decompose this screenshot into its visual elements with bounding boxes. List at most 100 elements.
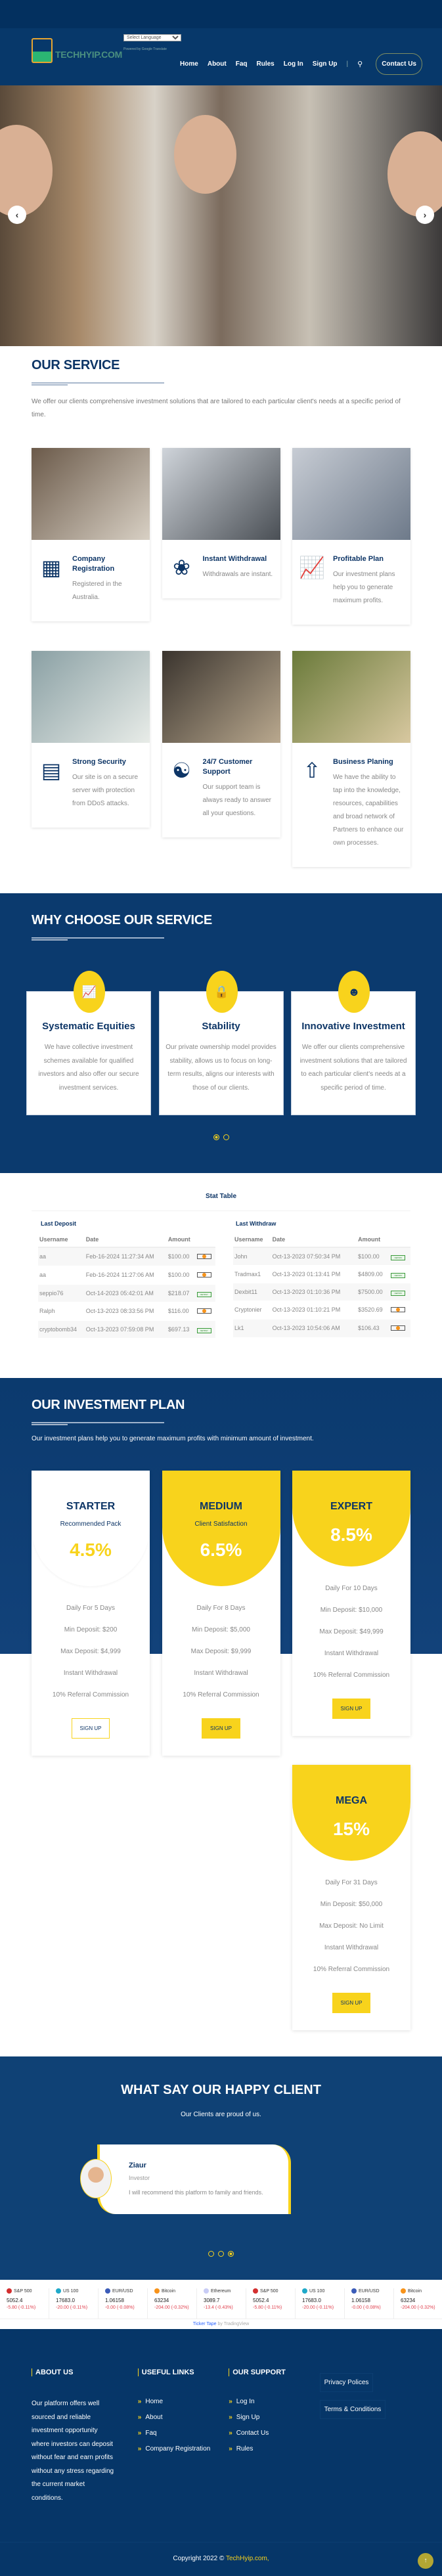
carousel-dot[interactable] [208, 2251, 214, 2257]
service-image [32, 651, 150, 743]
testimonial-section: WHAT SAY OUR HAPPY CLIENT Our Clients ar… [0, 2056, 442, 2280]
footer-link[interactable]: » Company Registration [138, 2445, 229, 2453]
service-desc: We have the ability to tap into the know… [333, 774, 404, 847]
symbol-change: -13.4 (-0.43%) [204, 2305, 233, 2310]
footer-link[interactable]: » Contact Us [229, 2430, 319, 2437]
terms-link[interactable]: Terms & Conditions [319, 2400, 386, 2419]
plan-signup-button[interactable]: SIGN UP [332, 1993, 371, 2013]
title-underline [32, 1422, 164, 1425]
symbol-change: -20.00 (-0.11%) [302, 2305, 334, 2310]
logo[interactable]: TECHHYIP.COM [32, 38, 122, 63]
navbar: TECHHYIP.COM Select Language Powered by … [0, 28, 442, 85]
symbol-name: Bitcoin [408, 2288, 422, 2294]
symbol-price: 1.06158 [105, 2298, 124, 2303]
scroll-to-top-button[interactable]: ↑ [418, 2553, 433, 2569]
column-header: Amount [357, 1233, 390, 1248]
section-title: OUR SERVICE [32, 358, 120, 372]
language-widget: Select Language Powered by Google Transl… [123, 30, 181, 51]
carousel-dot[interactable] [218, 2251, 224, 2257]
footer-link-label: Contact Us [236, 2430, 269, 2437]
hero-image [0, 125, 53, 217]
footer-link[interactable]: » About [138, 2414, 229, 2421]
search-icon[interactable]: ⚲ [357, 60, 363, 68]
table-row: Ralph Oct-13-2023 08:33:56 PM $116.00 [38, 1302, 215, 1321]
netpay-icon: NETPAY [196, 1292, 211, 1297]
symbol-change: -204.00 (-0.32%) [401, 2305, 435, 2310]
bitcoin-icon [391, 1307, 406, 1312]
contact-us-button[interactable]: Contact Us [376, 53, 422, 75]
testimonial-card: Ziaur Investor I will recommend this pla… [80, 2144, 291, 2214]
prev-slide-button[interactable]: ‹ [8, 206, 26, 224]
table-cell: $100.00 [357, 1247, 390, 1266]
brand-link[interactable]: TechHyip.com, [226, 2555, 269, 2562]
footer: ABOUT US Our platform offers well source… [0, 2329, 442, 2576]
divider: | [346, 60, 349, 68]
plan-rate: 6.5% [200, 1540, 242, 1560]
feature-desc: Our private ownership model provides sta… [166, 1044, 276, 1092]
ticker-tape[interactable]: S&P 500 5052.4 -5.80 (-0.11%) US 100 17683.0… [0, 2280, 442, 2319]
growth-plant-hand-icon: ❀ [173, 556, 190, 579]
logo-text: TECHHYIP.COM [55, 49, 122, 60]
ticker-item[interactable]: EUR/USD 1.06158 -0.00 (-0.08%) [99, 2288, 148, 2319]
chart-dollar-magnifier-icon: 📈 [299, 556, 325, 579]
plan-card: MEGA 15% Daily For 31 Days Min Deposit: $50… [292, 1765, 410, 2030]
service-image [32, 448, 150, 540]
footer-about-text: Our platform offers well sourced and rel… [32, 2400, 114, 2502]
nav-about[interactable]: About [208, 60, 227, 68]
symbol-price: 17683.0 [56, 2298, 75, 2303]
netpay-icon: NETPAY [391, 1255, 406, 1260]
footer-link[interactable]: » Sign Up [229, 2414, 319, 2421]
plan-card: EXPERT 8.5% Daily For 10 Days Min Deposit: … [292, 1471, 410, 1736]
ticker-tape-link[interactable]: Ticker Tape [193, 2322, 217, 2326]
footer-link[interactable]: » Home [138, 2398, 229, 2405]
ticker-item[interactable]: EUR/USD 1.06158 -0.00 (-0.08%) [345, 2288, 394, 2319]
ticker-item[interactable]: US 100 17683.0 -20.00 (-0.11%) [296, 2288, 345, 2319]
footer-link[interactable]: » Faq [138, 2430, 229, 2437]
ticker-item[interactable]: S&P 500 5052.4 -5.80 (-0.11%) [0, 2288, 49, 2319]
table-cell: aa [38, 1266, 85, 1285]
table-cell: Oct-13-2023 10:54:06 AM [271, 1319, 357, 1338]
plan-signup-button[interactable]: SIGN UP [202, 1718, 240, 1739]
symbol-price: 63234 [154, 2298, 169, 2303]
money-stack-icon: ▤ [41, 759, 62, 782]
ticker-item[interactable]: Bitcoin 63234 -204.00 (-0.32%) [394, 2288, 442, 2319]
footer-link-label: Company Registration [145, 2445, 211, 2453]
nav-faq[interactable]: Faq [236, 60, 248, 68]
footer-link-label: Home [145, 2398, 164, 2405]
nav-rules[interactable]: Rules [257, 60, 275, 68]
nav-login[interactable]: Log In [284, 60, 303, 68]
nav-signup[interactable]: Sign Up [313, 60, 338, 68]
top-bar [0, 0, 442, 28]
service-desc: Our investment plans help you to generat… [333, 571, 395, 604]
footer-link[interactable]: » Log In [229, 2398, 319, 2405]
next-slide-button[interactable]: › [416, 206, 434, 224]
plan-signup-button[interactable]: SIGN UP [71, 1718, 110, 1739]
language-select[interactable]: Select Language [123, 34, 181, 41]
service-card: ▦ Company Registration Registered in the A… [32, 448, 150, 621]
table-cell: Dexbit11 [233, 1283, 271, 1301]
section-lead: Our investment plans help you to generat… [32, 1435, 314, 1442]
ticker-item[interactable]: Ethereum 3089.7 -13.4 (-0.43%) [197, 2288, 246, 2319]
ticker-item[interactable]: S&P 500 5052.4 -5.80 (-0.11%) [246, 2288, 296, 2319]
plan-feature: Min Deposit: $10,000 [320, 1607, 383, 1614]
symbol-change: -0.00 (-0.08%) [105, 2305, 135, 2310]
ticker-item[interactable]: US 100 17683.0 -20.00 (-0.11%) [49, 2288, 99, 2319]
copyright-text: Copyright 2022 © [173, 2555, 226, 2562]
carousel-dot[interactable] [223, 1134, 229, 1140]
ticker-credit: Ticker Tape by TradingView [0, 2319, 442, 2329]
carousel-dot[interactable] [213, 1134, 219, 1140]
section-title: OUR INVESTMENT PLAN [32, 1398, 185, 1412]
carousel-dot[interactable] [228, 2251, 234, 2257]
nav-home[interactable]: Home [180, 60, 198, 68]
privacy-policy-link[interactable]: Privacy Polices [319, 2373, 374, 2392]
bitcoin-icon [196, 1272, 211, 1277]
plan-signup-button[interactable]: SIGN UP [332, 1699, 371, 1719]
table-cell: John [233, 1247, 271, 1266]
plan-feature: Instant Withdrawal [324, 1944, 379, 1951]
service-image [292, 651, 410, 743]
carousel-dots [0, 2248, 442, 2260]
ticker-item[interactable]: Bitcoin 63234 -204.00 (-0.32%) [148, 2288, 197, 2319]
plan-feature: Max Deposit: $4,999 [60, 1648, 121, 1655]
double-chevron-icon: » [137, 2398, 142, 2405]
footer-link[interactable]: » Rules [229, 2445, 319, 2453]
